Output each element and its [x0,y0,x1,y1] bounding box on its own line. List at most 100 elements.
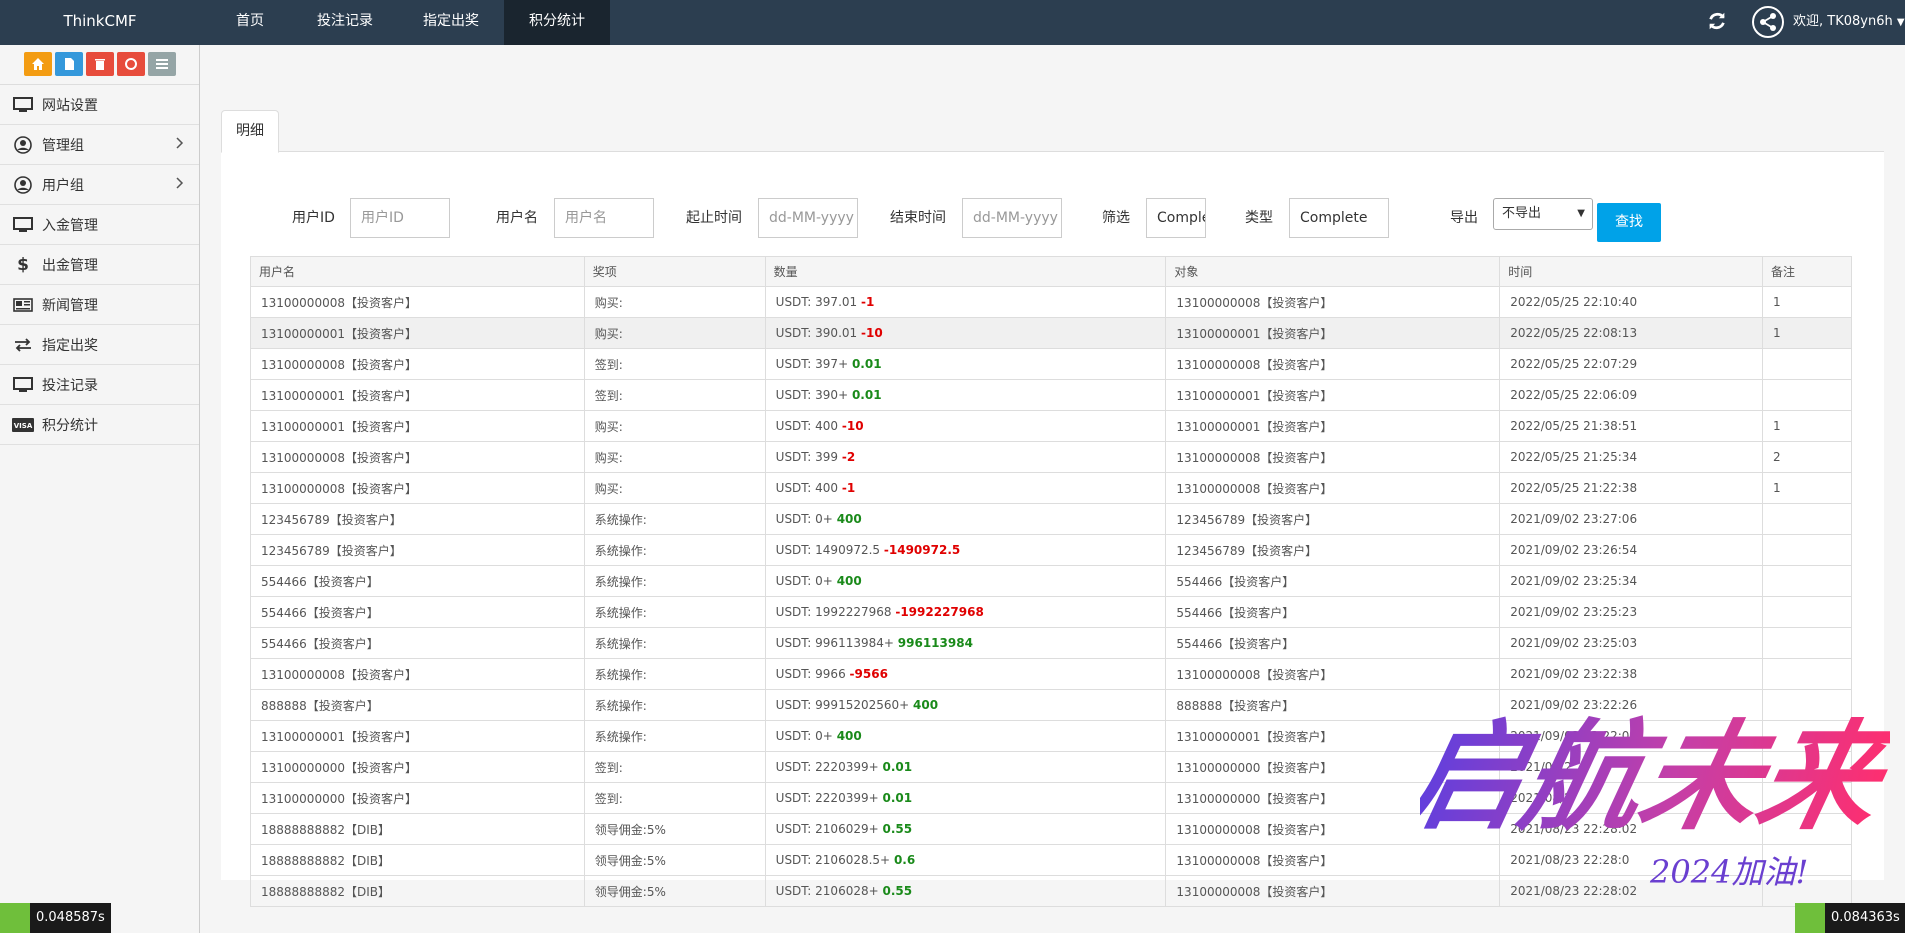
amount-base: USDT: 400 [775,419,839,433]
nav-bet-records[interactable]: 投注记录 [292,0,398,45]
sidebar-item-bet-records[interactable]: 投注记录 [0,365,199,405]
cell-award: 签到: [583,782,766,814]
column-header-amount: 数量 [764,256,1167,287]
brand-logo[interactable]: ThinkCMF [0,0,200,45]
dollar-icon: $ [17,254,29,275]
amount-delta: -1992227968 [895,605,984,619]
amount-delta: 0.01 [851,388,882,402]
cell-amount: USDT: 2220399+ 0.01 [764,751,1167,783]
type-input[interactable]: Complete [1289,198,1389,238]
table-row: 554466【投资客户】 系统操作: USDT: 996113984+ 996113… [250,627,1852,659]
cell-target: 13100000008【投资客户】 [1165,441,1501,473]
cell-amount: USDT: 397+ 0.01 [764,348,1167,380]
home-icon[interactable] [23,52,52,76]
table-row: 13100000008【投资客户】 购买: USDT: 399 -2 13100000… [250,441,1852,473]
sidebar-item-admin-group[interactable]: 管理组 [0,125,199,165]
cell-note [1762,348,1852,380]
avatar[interactable] [1752,6,1784,38]
sidebar-item-assign-prize[interactable]: 指定出奖 [0,325,199,365]
recycle-icon[interactable] [116,52,145,76]
file-icon[interactable] [54,52,83,76]
cell-time: 2021/09/02 23:25:34 [1499,565,1764,597]
top-navbar: ThinkCMF 首页 投注记录 指定出奖 积分统计 欢迎, TK08yn6h … [0,0,1905,45]
cell-time: 2021/09/02 23:26:54 [1499,534,1764,566]
welcome-text: 欢迎, TK08yn6h [1793,14,1893,29]
cell-note: 1 [1762,286,1852,318]
nav-home[interactable]: 首页 [200,0,292,45]
cell-note [1762,565,1852,597]
amount-base: USDT: 99915202560+ [775,698,910,712]
cell-amount: USDT: 1992227968 -1992227968 [764,596,1167,628]
amount-base: USDT: 0+ [775,729,833,743]
sidebar-item-withdraw[interactable]: $ 出金管理 [0,245,199,285]
table-row: 13100000001【投资客户】 购买: USDT: 400 -10 1310000… [250,410,1852,442]
cell-award: 签到: [583,348,766,380]
sidebar-item-points-stats[interactable]: VISA 积分统计 [0,405,199,445]
nav-assign-prize[interactable]: 指定出奖 [398,0,504,45]
amount-delta: -1490972.5 [883,543,961,557]
table-row: 123456789【投资客户】 系统操作: USDT: 1490972.5 -149… [250,534,1852,566]
amount-base: USDT: 1490972.5 [775,543,881,557]
list-icon[interactable] [147,52,176,76]
cell-note [1762,596,1852,628]
chevron-right-icon [176,177,184,193]
username-input[interactable]: 用户名 [554,198,654,238]
cell-amount: USDT: 397.01 -1 [764,286,1167,318]
cell-target: 13100000001【投资客户】 [1165,379,1501,411]
sidebar-item-site-settings[interactable]: 网站设置 [0,85,199,125]
search-button[interactable]: 查找 [1597,203,1661,242]
cell-award: 购买: [583,441,766,473]
cell-username: 13100000001【投资客户】 [250,317,585,349]
cell-target: 554466【投资客户】 [1165,627,1501,659]
table-row: 554466【投资客户】 系统操作: USDT: 1992227968 -19922… [250,596,1852,628]
cell-username: 13100000001【投资客户】 [250,379,585,411]
cell-amount: USDT: 390.01 -10 [764,317,1167,349]
cell-target: 123456789【投资客户】 [1165,503,1501,535]
export-select[interactable]: 不导出 ▼ [1493,198,1593,230]
tab-detail[interactable]: 明细 [221,110,279,153]
end-date-input[interactable]: dd-MM-yyyy [962,198,1062,238]
cell-username: 18888888882【DIB】 [250,875,585,907]
cell-amount: USDT: 99915202560+ 400 [764,689,1167,721]
cell-amount: USDT: 0+ 400 [764,503,1167,535]
amount-delta: 0.55 [882,822,913,836]
user-menu[interactable]: 欢迎, TK08yn6h ▼ [1793,0,1905,45]
filter-form: 用户ID 用户ID 用户名 用户名 起止时间 dd-MM-yyyy 结束时间 d… [0,198,1704,244]
column-header-award: 奖项 [583,256,766,287]
sidebar-item-news[interactable]: 新闻管理 [0,285,199,325]
amount-delta: -10 [860,326,883,340]
cell-username: 888888【投资客户】 [250,689,585,721]
amount-delta: 0.01 [882,760,913,774]
filter-input[interactable]: Comple [1146,198,1206,238]
amount-base: USDT: 996113984+ [775,636,894,650]
cell-amount: USDT: 996113984+ 996113984 [764,627,1167,659]
watermark-logo: 启航未来 2024加油! [1420,708,1890,891]
svg-text:VISA: VISA [14,422,33,430]
amount-delta: -10 [841,419,864,433]
breadcrumb [201,45,1905,105]
top-nav: 首页 投注记录 指定出奖 积分统计 [200,0,610,45]
trash-icon[interactable] [85,52,114,76]
column-header-target: 对象 [1165,256,1501,287]
table-row: 123456789【投资客户】 系统操作: USDT: 0+ 400 12345678… [250,503,1852,535]
cell-username: 13100000008【投资客户】 [250,286,585,318]
table-row: 13100000001【投资客户】 签到: USDT: 390+ 0.01 13100… [250,379,1852,411]
cell-username: 13100000008【投资客户】 [250,348,585,380]
cell-username: 123456789【投资客户】 [250,534,585,566]
cell-amount: USDT: 9966 -9566 [764,658,1167,690]
cell-time: 2022/05/25 22:07:29 [1499,348,1764,380]
nav-points-stats[interactable]: 积分统计 [504,0,610,45]
cell-time: 2021/09/02 23:25:03 [1499,627,1764,659]
cell-award: 系统操作: [583,596,766,628]
amount-delta: 996113984 [897,636,973,650]
column-header-note: 备注 [1762,256,1852,287]
cell-amount: USDT: 2220399+ 0.01 [764,782,1167,814]
column-header-time: 时间 [1499,256,1764,287]
cell-username: 13100000001【投资客户】 [250,410,585,442]
refresh-icon[interactable] [1706,10,1728,32]
cell-username: 13100000008【投资客户】 [250,472,585,504]
user-id-input[interactable]: 用户ID [350,198,450,238]
start-date-input[interactable]: dd-MM-yyyy [758,198,858,238]
monitor-icon [12,96,34,114]
amount-base: USDT: 9966 [775,667,846,681]
